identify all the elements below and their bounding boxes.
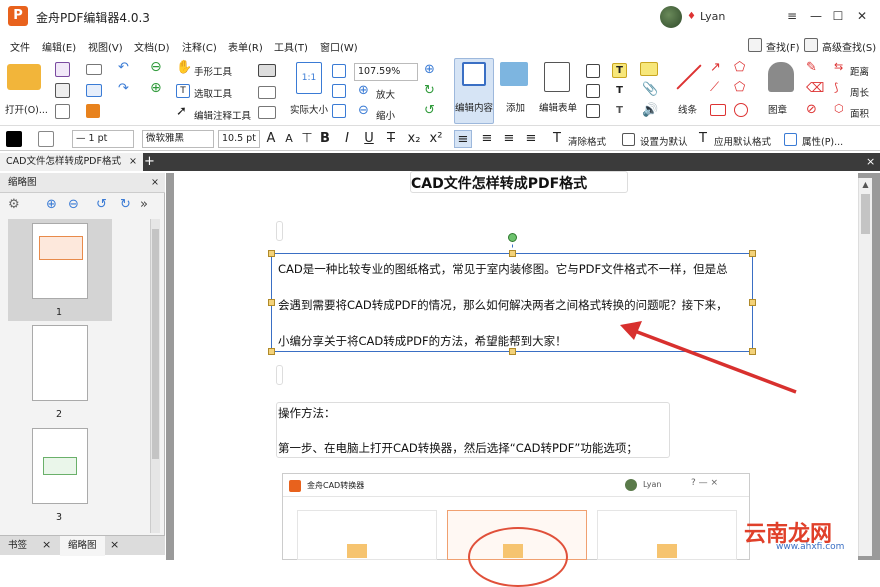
annotation-arrow <box>620 321 797 394</box>
watermark-url: www.ahxfi.com <box>776 542 845 552</box>
arrow-shaft <box>631 328 797 394</box>
scroll-up-icon[interactable]: ▲ <box>861 180 870 190</box>
scroll-thumb[interactable] <box>861 194 870 234</box>
arrow-head <box>620 321 642 340</box>
document-scrollbar[interactable]: ▲ <box>858 178 872 556</box>
